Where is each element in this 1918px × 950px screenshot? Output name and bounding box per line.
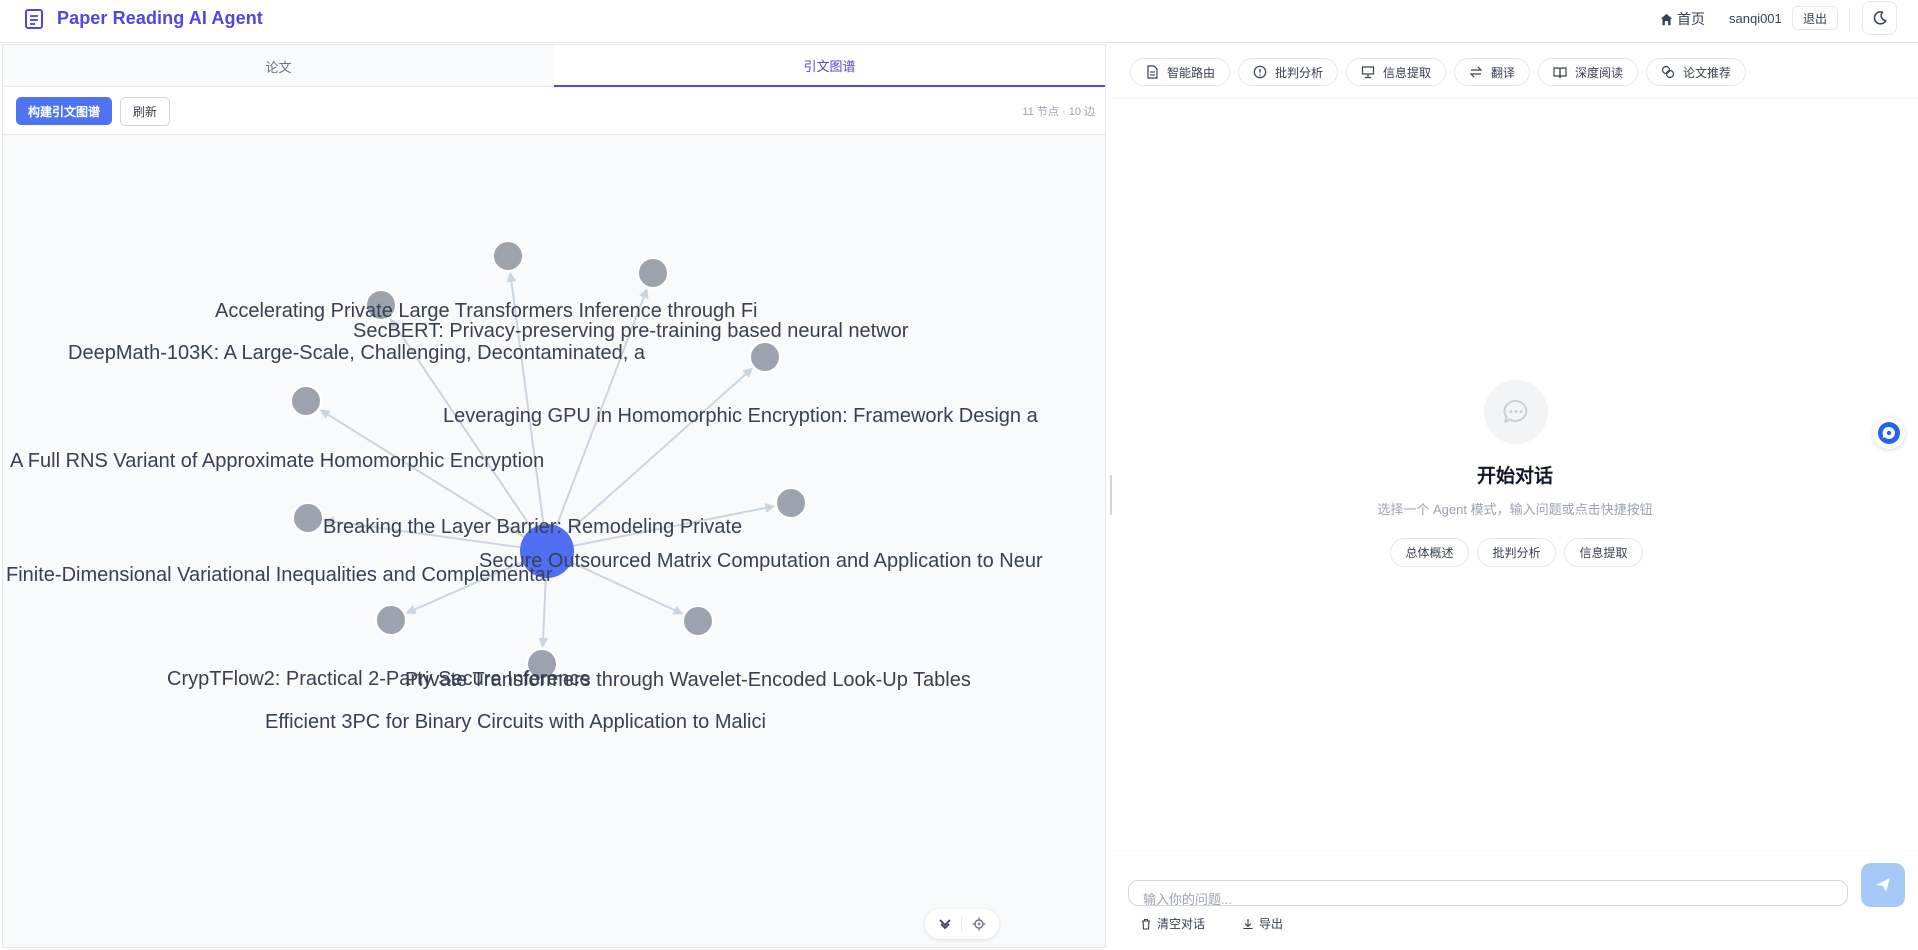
tab-citation-graph[interactable]: 引文图谱 xyxy=(554,45,1105,87)
app-title: Paper Reading AI Agent xyxy=(57,8,263,28)
graph-node-label: Leveraging GPU in Homomorphic Encryption… xyxy=(443,405,1039,427)
home-label: 首页 xyxy=(1677,11,1705,27)
tab-papers[interactable]: 论文 xyxy=(3,45,554,87)
quick-overview-button[interactable]: 总体概述 xyxy=(1390,538,1469,567)
citation-graph[interactable]: Accelerating Private Large Transformers … xyxy=(3,135,1105,947)
mode-label: 论文推荐 xyxy=(1683,65,1732,80)
refresh-button[interactable]: 刷新 xyxy=(120,97,170,126)
graph-node[interactable] xyxy=(637,257,669,289)
theme-toggle-button[interactable] xyxy=(1862,1,1897,35)
mode-label: 信息提取 xyxy=(1383,65,1432,80)
graph-node-label: Accelerating Private Large Transformers … xyxy=(215,300,757,322)
mode-paper-recommend[interactable]: 论文推荐 xyxy=(1646,58,1747,86)
graph-node-label: SecBERT: Privacy-preserving pre-training… xyxy=(353,320,909,342)
mode-critical-analysis[interactable]: 批判分析 xyxy=(1238,58,1339,86)
mode-label: 深度阅读 xyxy=(1575,65,1624,80)
agent-mode-bar: 智能路由 批判分析 信息提取 翻译 深度阅读 论文推荐 xyxy=(1112,44,1918,99)
chat-input-area: 输入你的问题... 清空对话 导出 xyxy=(1112,850,1918,950)
empty-state-subtitle: 选择一个 Agent 模式，输入问题或点击快捷按钮 xyxy=(1377,502,1653,517)
quick-extract-button[interactable]: 信息提取 xyxy=(1564,538,1643,567)
export-button[interactable]: 导出 xyxy=(1242,915,1283,932)
book-open-icon xyxy=(1553,67,1567,79)
graph-stats: 11 节点 · 10 边 xyxy=(1022,106,1095,118)
graph-node-label: Breaking the Layer Barrier: Remodeling P… xyxy=(323,516,742,538)
graph-node-label: Secure Outsourced Matrix Computation and… xyxy=(479,550,1043,572)
mode-label: 智能路由 xyxy=(1167,65,1216,80)
graph-controls xyxy=(925,909,999,939)
mode-label: 批判分析 xyxy=(1275,65,1324,80)
document-icon xyxy=(25,9,43,29)
graph-node-label: Finite-Dimensional Variational Inequalit… xyxy=(6,564,553,586)
link-icon xyxy=(1661,65,1675,79)
username: sanqi001 xyxy=(1729,11,1782,26)
download-icon xyxy=(1243,918,1253,929)
graph-node[interactable] xyxy=(290,385,322,417)
collapse-icon[interactable] xyxy=(938,917,952,931)
mode-translate[interactable]: 翻译 xyxy=(1454,58,1531,86)
graph-labels: Accelerating Private Large Transformers … xyxy=(6,300,1043,733)
graph-node[interactable] xyxy=(375,604,407,636)
moon-icon xyxy=(1873,11,1887,25)
chat-panel: 智能路由 批判分析 信息提取 翻译 深度阅读 论文推荐 开始对话 选择一个 Ag… xyxy=(1112,44,1918,950)
alert-circle-icon xyxy=(1253,65,1267,79)
clear-chat-label: 清空对话 xyxy=(1157,917,1206,931)
chat-bubble-icon xyxy=(1484,380,1548,444)
send-button[interactable] xyxy=(1861,863,1905,907)
chat-input[interactable]: 输入你的问题... xyxy=(1128,880,1848,906)
graph-node[interactable] xyxy=(749,341,781,373)
graph-center-label: A Full RNS Variant of Approximate Homomo… xyxy=(10,450,544,472)
panel-tabs: 论文 引文图谱 xyxy=(3,45,1105,87)
graph-node[interactable] xyxy=(682,605,714,637)
file-icon xyxy=(1147,65,1158,79)
presentation-icon xyxy=(1361,66,1375,79)
control-divider xyxy=(961,917,963,931)
graph-canvas[interactable]: Accelerating Private Large Transformers … xyxy=(3,135,1105,947)
graph-node[interactable] xyxy=(292,502,324,534)
citation-panel: 论文 引文图谱 构建引文图谱 刷新 11 节点 · 10 边 Accelerat… xyxy=(2,44,1106,948)
trash-icon xyxy=(1142,918,1150,930)
graph-edge xyxy=(566,367,754,534)
clear-chat-button[interactable]: 清空对话 xyxy=(1140,915,1205,932)
empty-state-title: 开始对话 xyxy=(1476,466,1553,487)
home-link[interactable]: 首页 xyxy=(1660,9,1705,29)
logout-button[interactable]: 退出 xyxy=(1792,6,1838,30)
graph-edge xyxy=(538,577,549,649)
graph-node-label: Efficient 3PC for Binary Circuits with A… xyxy=(265,711,766,733)
quick-critique-button[interactable]: 批判分析 xyxy=(1477,538,1556,567)
app-header: Paper Reading AI Agent 首页 sanqi001 退出 xyxy=(0,0,1918,43)
recenter-icon[interactable] xyxy=(972,917,986,931)
build-graph-button[interactable]: 构建引文图谱 xyxy=(16,97,112,125)
floating-assistant-icon[interactable] xyxy=(1873,417,1905,449)
graph-node-label: DeepMath-103K: A Large-Scale, Challengin… xyxy=(68,342,646,364)
graph-node[interactable] xyxy=(492,240,524,272)
mode-info-extraction[interactable]: 信息提取 xyxy=(1346,58,1447,86)
swap-icon xyxy=(1469,66,1483,78)
send-icon xyxy=(1876,878,1890,892)
export-label: 导出 xyxy=(1259,917,1284,931)
graph-node-label: Private Transformers through Wavelet-Enc… xyxy=(405,669,971,691)
mode-smart-routing[interactable]: 智能路由 xyxy=(1130,58,1231,86)
mode-deep-reading[interactable]: 深度阅读 xyxy=(1538,58,1639,86)
mode-label: 翻译 xyxy=(1491,65,1516,80)
header-divider xyxy=(1849,8,1850,30)
graph-node[interactable] xyxy=(775,487,807,519)
home-icon xyxy=(1660,13,1673,25)
